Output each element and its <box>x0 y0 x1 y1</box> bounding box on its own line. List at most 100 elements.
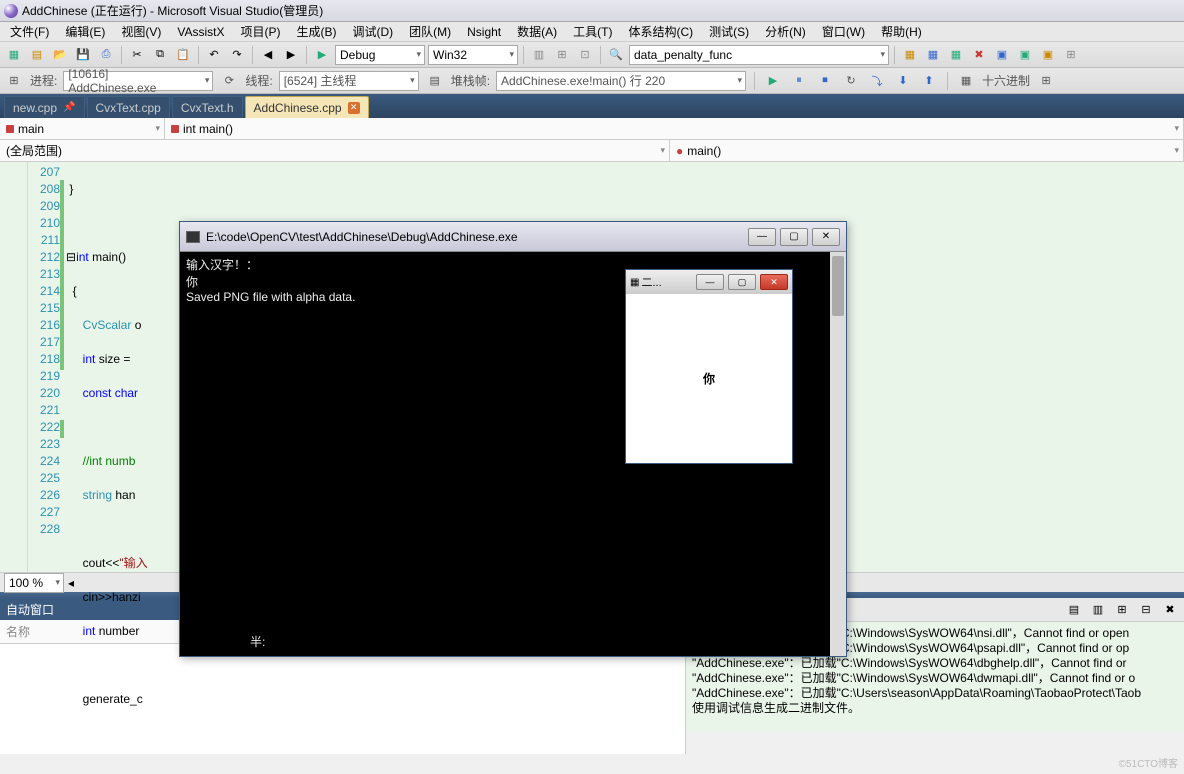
console-icon <box>186 231 200 243</box>
stack-label: 堆栈帧: <box>451 72 490 89</box>
grid-icon-5[interactable]: ▣ <box>992 45 1012 65</box>
pause-icon[interactable]: ⏸ <box>789 71 809 91</box>
menu-window[interactable]: 窗口(W) <box>816 22 871 41</box>
tab-cvxtext-cpp[interactable]: CvxText.cpp <box>87 96 170 118</box>
grid-icon-2[interactable]: ▦ <box>923 45 943 65</box>
cut-icon[interactable]: ✂ <box>127 45 147 65</box>
scope-right[interactable]: ●main() <box>670 140 1184 161</box>
image-window[interactable]: ▦ 二... — ▢ ✕ 你 <box>625 269 793 464</box>
close-icon[interactable]: ✕ <box>348 102 360 114</box>
undo-icon[interactable]: ↶ <box>204 45 224 65</box>
paste-icon[interactable]: 📋 <box>173 45 193 65</box>
toolbar-debug: ⊞ 进程: [10616] AddChinese.exe ⟳ 线程: [6524… <box>0 68 1184 94</box>
menu-test[interactable]: 测试(S) <box>703 22 755 41</box>
vs-icon <box>4 4 18 18</box>
menu-nsight[interactable]: Nsight <box>461 24 507 40</box>
toolbar-main: ▦ ▤ 📂 💾 ⎙ ✂ ⧉ 📋 ↶ ↷ ◀ ▶ ▶ Debug Win32 ▥ … <box>0 42 1184 68</box>
nav-back-icon[interactable]: ◀ <box>258 45 278 65</box>
console-scrollbar[interactable] <box>830 252 846 656</box>
menu-vassistx[interactable]: VAssistX <box>171 24 230 40</box>
grid-icon-7[interactable]: ▣ <box>1038 45 1058 65</box>
tab-new-cpp[interactable]: new.cpp📌 <box>4 96 85 118</box>
menu-arch[interactable]: 体系结构(C) <box>622 22 699 41</box>
nav-member-combo[interactable]: int main() <box>165 118 1184 139</box>
process-label: 进程: <box>30 72 57 89</box>
console-titlebar[interactable]: E:\code\OpenCV\test\AddChinese\Debug\Add… <box>180 222 846 252</box>
hex-label[interactable]: 十六进制 <box>982 72 1030 89</box>
nav-scope-combo[interactable]: main <box>0 118 165 139</box>
menubar: 文件(F) 编辑(E) 视图(V) VAssistX 项目(P) 生成(B) 调… <box>0 22 1184 42</box>
redo-icon[interactable]: ↷ <box>227 45 247 65</box>
img-minimize-button[interactable]: — <box>696 274 724 290</box>
gutter <box>0 162 28 572</box>
save-all-icon[interactable]: ⎙ <box>96 45 116 65</box>
window-title: AddChinese (正在运行) - Microsoft Visual Stu… <box>22 2 323 19</box>
find-combo[interactable]: data_penalty_func <box>629 45 889 65</box>
stack-icon[interactable]: ▤ <box>425 71 445 91</box>
menu-project[interactable]: 项目(P) <box>234 22 286 41</box>
step-into-icon[interactable]: ⬇ <box>893 71 913 91</box>
restart-icon[interactable]: ↻ <box>841 71 861 91</box>
stack-combo[interactable]: AddChinese.exe!main() 行 220 <box>496 71 746 91</box>
tool-icon-1[interactable]: ▥ <box>529 45 549 65</box>
scopebar: (全局范围) ●main() <box>0 140 1184 162</box>
copy-icon[interactable]: ⧉ <box>150 45 170 65</box>
imgwin-title-text: 二... <box>641 274 661 290</box>
window-titlebar: AddChinese (正在运行) - Microsoft Visual Stu… <box>0 0 1184 22</box>
thread-label: 线程: <box>245 72 272 89</box>
add-item-icon[interactable]: ▤ <box>27 45 47 65</box>
grid-icon-6[interactable]: ▣ <box>1015 45 1035 65</box>
menu-file[interactable]: 文件(F) <box>4 22 55 41</box>
tab-addchinese-cpp[interactable]: AddChinese.cpp✕ <box>245 96 369 118</box>
watermark: ©51CTO博客 <box>1119 755 1178 770</box>
minimize-button[interactable]: — <box>748 228 776 246</box>
image-titlebar[interactable]: ▦ 二... — ▢ ✕ <box>626 270 792 294</box>
menu-build[interactable]: 生成(B) <box>290 22 342 41</box>
menu-data[interactable]: 数据(A) <box>511 22 563 41</box>
step-over-icon[interactable]: ⤵ <box>867 71 887 91</box>
console-title-text: E:\code\OpenCV\test\AddChinese\Debug\Add… <box>206 230 518 244</box>
grid-icon-4[interactable]: ✖ <box>969 45 989 65</box>
more-icon[interactable]: ⊞ <box>1036 71 1056 91</box>
continue-icon[interactable]: ▶ <box>763 71 783 91</box>
maximize-button[interactable]: ▢ <box>780 228 808 246</box>
save-icon[interactable]: 💾 <box>73 45 93 65</box>
close-button[interactable]: ✕ <box>812 228 840 246</box>
platform-combo[interactable]: Win32 <box>428 45 518 65</box>
menu-tools[interactable]: 工具(T) <box>567 22 618 41</box>
stop-icon[interactable]: ⏹ <box>815 71 835 91</box>
process-combo[interactable]: [10616] AddChinese.exe <box>63 71 213 91</box>
find-icon[interactable]: 🔍 <box>606 45 626 65</box>
pin-icon[interactable]: 📌 <box>63 102 75 113</box>
grid-icon-3[interactable]: ▦ <box>946 45 966 65</box>
grid-icon-1[interactable]: ▦ <box>900 45 920 65</box>
editor-tabstrip: new.cpp📌 CvxText.cpp CvxText.h AddChines… <box>0 94 1184 118</box>
new-project-icon[interactable]: ▦ <box>4 45 24 65</box>
tool-icon-3[interactable]: ⊡ <box>575 45 595 65</box>
img-close-button[interactable]: ✕ <box>760 274 788 290</box>
scope-left[interactable]: (全局范围) <box>0 140 670 161</box>
start-debug-icon[interactable]: ▶ <box>312 45 332 65</box>
image-canvas: 你 <box>626 294 792 463</box>
menu-help[interactable]: 帮助(H) <box>875 22 928 41</box>
menu-team[interactable]: 团队(M) <box>403 22 457 41</box>
img-maximize-button[interactable]: ▢ <box>728 274 756 290</box>
nav-fwd-icon[interactable]: ▶ <box>281 45 301 65</box>
hex-icon[interactable]: ▦ <box>956 71 976 91</box>
menu-analyze[interactable]: 分析(N) <box>759 22 812 41</box>
tab-cvxtext-h[interactable]: CvxText.h <box>172 96 243 118</box>
menu-edit[interactable]: 编辑(E) <box>59 22 111 41</box>
step-out-icon[interactable]: ⬆ <box>919 71 939 91</box>
open-icon[interactable]: 📂 <box>50 45 70 65</box>
grid-icon-8[interactable]: ⊞ <box>1061 45 1081 65</box>
menu-view[interactable]: 视图(V) <box>115 22 167 41</box>
navbar: main int main() <box>0 118 1184 140</box>
tool-icon-2[interactable]: ⊞ <box>552 45 572 65</box>
thread-icon[interactable]: ⟳ <box>219 71 239 91</box>
config-combo[interactable]: Debug <box>335 45 425 65</box>
debug-tb-icon[interactable]: ⊞ <box>4 71 24 91</box>
zoom-combo[interactable]: 100 % <box>4 573 64 593</box>
menu-debug[interactable]: 调试(D) <box>346 22 399 41</box>
thread-combo[interactable]: [6524] 主线程 <box>279 71 419 91</box>
imgwin-icon: ▦ <box>630 277 639 288</box>
